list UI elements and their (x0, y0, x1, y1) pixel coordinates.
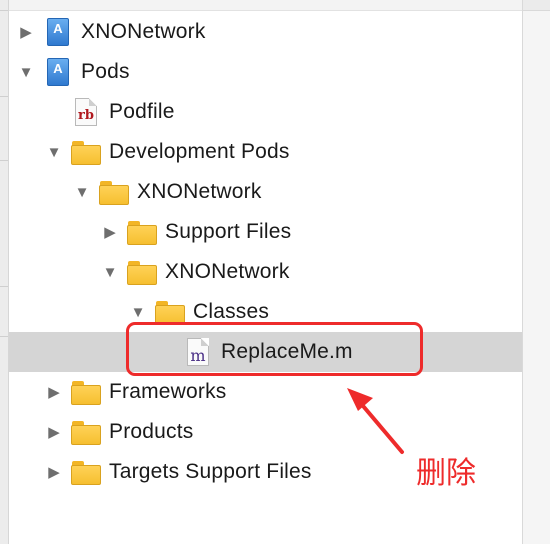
annotation-label: 删除 (416, 456, 476, 491)
